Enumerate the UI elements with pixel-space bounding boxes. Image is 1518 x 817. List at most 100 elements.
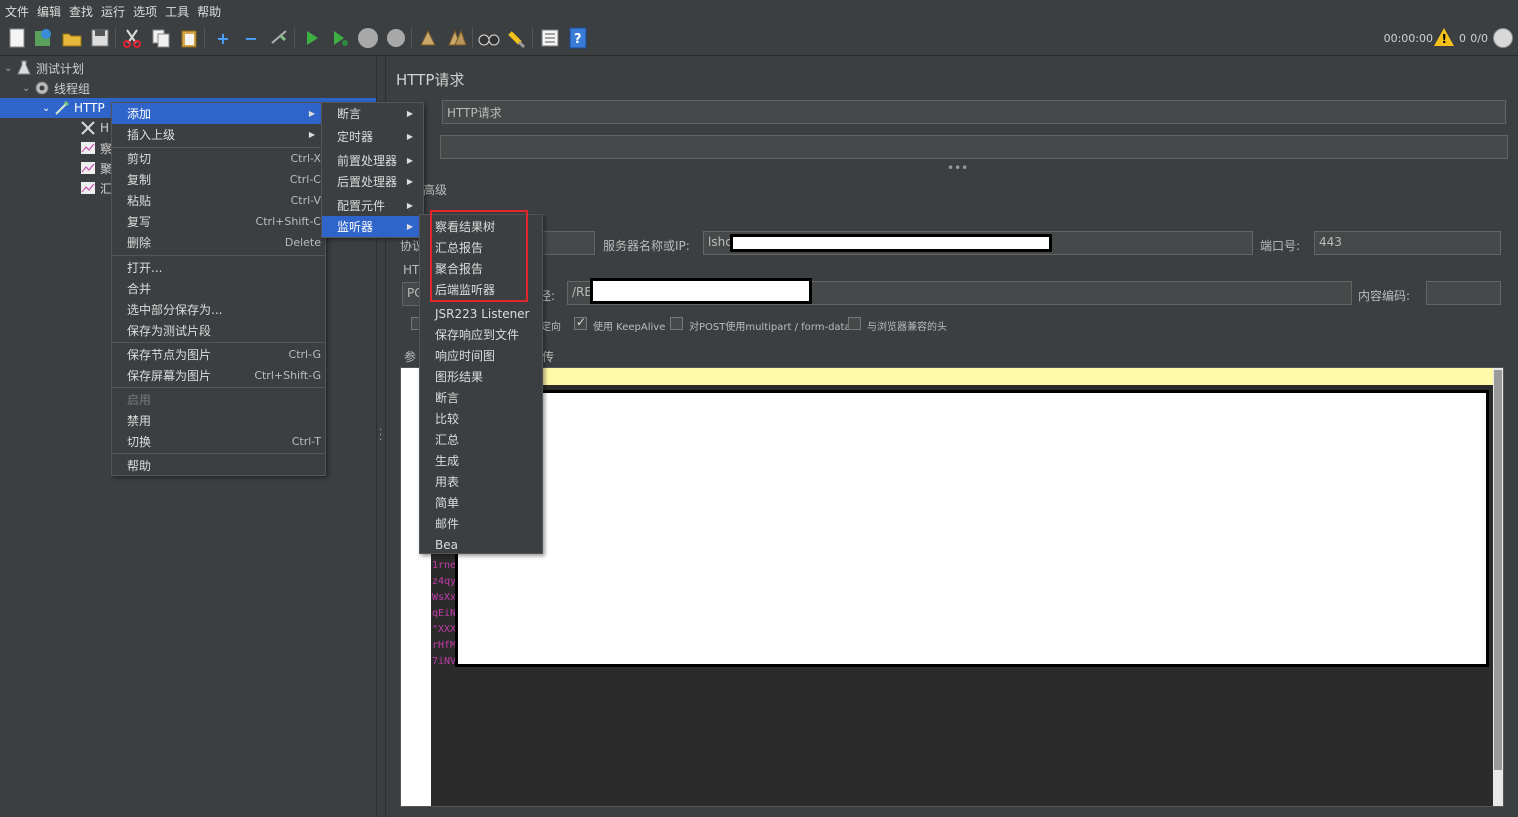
collapse-icon[interactable]: − xyxy=(240,27,262,49)
menu-item-open[interactable]: 打开... xyxy=(112,257,325,278)
help-icon[interactable]: ? xyxy=(567,27,589,49)
start-icon[interactable] xyxy=(301,27,323,49)
listener-save-responses[interactable]: 保存响应到文件 xyxy=(420,324,542,345)
menu-item-save-screen-image[interactable]: 保存屏幕为图片 Ctrl+Shift-G xyxy=(112,365,325,386)
tree-node-thread-group[interactable]: ⌄ 线程组 xyxy=(22,78,90,98)
listener-simple[interactable]: 简单 xyxy=(420,492,542,513)
menu-item-paste[interactable]: 粘贴 Ctrl-V xyxy=(112,190,325,211)
listener-assertion-results[interactable]: 断言 xyxy=(420,387,542,408)
menu-item-add[interactable]: 添加 ▶ xyxy=(112,103,325,124)
listener-mailer[interactable]: 邮件 xyxy=(420,513,542,534)
save-icon[interactable] xyxy=(89,27,111,49)
code-fragment: z4qy xyxy=(432,576,457,587)
shutdown-icon[interactable] xyxy=(385,27,407,49)
tree-node-header-manager[interactable]: H xyxy=(80,118,109,138)
templates-icon[interactable] xyxy=(32,27,54,49)
menu-item-cut[interactable]: 剪切 Ctrl-X xyxy=(112,148,325,169)
multipart-label: 对POST使用multipart / form-data xyxy=(689,322,851,333)
open-icon[interactable] xyxy=(61,27,83,49)
submenu-item-listeners[interactable]: 监听器 ▶ xyxy=(322,216,423,237)
listener-table[interactable]: 用表 xyxy=(420,471,542,492)
menu-tools[interactable]: 工具 xyxy=(162,3,194,20)
protocol-field[interactable] xyxy=(537,231,595,255)
menu-item-merge[interactable]: 合并 xyxy=(112,278,325,299)
menu-edit[interactable]: 编辑 xyxy=(34,3,66,20)
chevron-down-icon[interactable]: ⌄ xyxy=(22,83,34,94)
name-field[interactable]: HTTP请求 xyxy=(442,100,1506,124)
menu-item-save-fragment[interactable]: 保存为测试片段 xyxy=(112,320,325,341)
keepalive-checkbox[interactable] xyxy=(574,315,587,330)
tree-node-listener[interactable]: 察 xyxy=(80,138,112,158)
multipart-checkbox[interactable] xyxy=(670,317,683,330)
menu-item-insert-parent[interactable]: 插入上级 ▶ xyxy=(112,124,325,145)
toggle-icon[interactable] xyxy=(268,27,290,49)
listener-generate[interactable]: 生成 xyxy=(420,450,542,471)
elapsed-time: 00:00:00 xyxy=(1383,32,1433,45)
tree-node-test-plan[interactable]: ⌄ 测试计划 xyxy=(4,58,84,78)
chevron-down-icon[interactable]: ⌄ xyxy=(42,103,54,114)
tab-advanced[interactable]: 高级 xyxy=(423,181,447,198)
listener-summary[interactable]: 汇总 xyxy=(420,429,542,450)
listener-jsr223[interactable]: JSR223 Listener xyxy=(420,303,542,324)
upload-tab[interactable]: 传 xyxy=(542,348,554,365)
stop-icon[interactable] xyxy=(357,27,379,49)
reset-search-icon[interactable] xyxy=(506,27,528,49)
splitter-handle[interactable]: · · · xyxy=(379,426,383,446)
clear-icon[interactable] xyxy=(417,27,439,49)
menu-item-toggle[interactable]: 切换 Ctrl-T xyxy=(112,431,325,452)
encoding-field[interactable] xyxy=(1426,281,1501,305)
menu-search[interactable]: 查找 xyxy=(66,3,98,20)
menu-help[interactable]: 帮助 xyxy=(194,3,226,20)
menu-item-delete[interactable]: 删除 Delete xyxy=(112,232,325,253)
editor-scrollbar[interactable] xyxy=(1493,368,1503,806)
code-fragment: qEiN xyxy=(432,608,457,619)
menu-file[interactable]: 文件 xyxy=(2,3,34,20)
function-helper-icon[interactable] xyxy=(539,27,561,49)
code-fragment: 1rne xyxy=(432,560,457,571)
submenu-item-preprocessors[interactable]: 前置处理器 ▶ xyxy=(322,150,423,171)
menu-item-help[interactable]: 帮助 xyxy=(112,455,325,476)
menu-options[interactable]: 选项 xyxy=(130,3,162,20)
submenu-item-postprocessors[interactable]: 后置处理器 ▶ xyxy=(322,171,423,192)
chevron-down-icon[interactable]: ⌄ xyxy=(4,63,16,74)
menu-item-save-node-image[interactable]: 保存节点为图片 Ctrl-G xyxy=(112,344,325,365)
scrollbar-thumb[interactable] xyxy=(1494,370,1502,770)
search-icon[interactable] xyxy=(478,27,500,49)
listener-comparison[interactable]: 比较 xyxy=(420,408,542,429)
submenu-item-assertions[interactable]: 断言 ▶ xyxy=(322,103,423,124)
start-no-pause-icon[interactable] xyxy=(329,27,351,49)
submenu-item-timers[interactable]: 定时器 ▶ xyxy=(322,126,423,147)
redacted-block xyxy=(730,234,1052,252)
tree-node-listener[interactable]: 聚 xyxy=(80,158,112,178)
new-icon[interactable] xyxy=(6,27,28,49)
copy-icon[interactable] xyxy=(150,27,172,49)
redacted-block xyxy=(455,390,1489,667)
tree-label-thread-group: 线程组 xyxy=(54,81,91,96)
menu-item-enable: 启用 xyxy=(127,393,152,407)
clear-all-icon[interactable] xyxy=(446,27,468,49)
menu-item-duplicate[interactable]: 复写 Ctrl+Shift-C xyxy=(112,211,325,232)
gear-icon xyxy=(34,80,50,96)
collapse-handle[interactable]: ••• xyxy=(947,161,968,175)
menu-item-save-selection[interactable]: 选中部分保存为... xyxy=(112,299,325,320)
menu-item-copy[interactable]: 复制 Ctrl-C xyxy=(112,169,325,190)
listener-response-time-graph[interactable]: 响应时间图 xyxy=(420,345,542,366)
browser-headers-checkbox[interactable] xyxy=(848,317,861,330)
toolbar: + − ? 00:00:00 ! 0 0/0 xyxy=(0,22,1518,56)
annotation-highlight-box xyxy=(430,210,528,302)
cut-icon[interactable] xyxy=(121,27,143,49)
remote-globe-icon[interactable] xyxy=(1493,28,1513,48)
listener-beanshell[interactable]: Bea xyxy=(420,534,542,555)
listener-graph-results[interactable]: 图形结果 xyxy=(420,366,542,387)
port-field[interactable]: 443 xyxy=(1314,231,1501,255)
add-submenu: 断言 ▶ 定时器 ▶ 前置处理器 ▶ 后置处理器 ▶ 配置元件 ▶ 监听器 ▶ xyxy=(321,102,424,238)
tree-label-http-sampler: HTTP xyxy=(74,101,105,115)
params-tab[interactable]: 参 xyxy=(404,348,416,365)
paste-icon[interactable] xyxy=(178,27,200,49)
menu-run[interactable]: 运行 xyxy=(98,3,130,20)
expand-icon[interactable]: + xyxy=(212,27,234,49)
submenu-item-config-elements[interactable]: 配置元件 ▶ xyxy=(322,195,423,216)
menu-item-disable[interactable]: 禁用 xyxy=(112,410,325,431)
comments-field[interactable] xyxy=(440,135,1508,159)
tree-node-listener[interactable]: 汇 xyxy=(80,178,112,198)
